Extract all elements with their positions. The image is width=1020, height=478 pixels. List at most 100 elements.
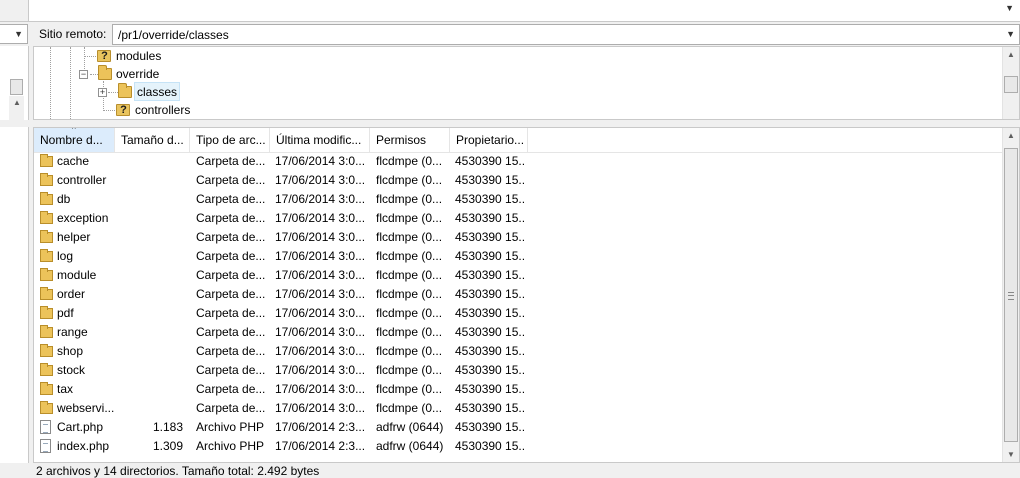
local-site-combo[interactable]: ▼ — [0, 24, 28, 44]
scroll-down-arrow-icon[interactable]: ▼ — [1005, 3, 1014, 13]
folder-icon — [98, 65, 112, 80]
folder-icon — [40, 325, 53, 338]
cell-modified: 17/06/2014 3:0... — [275, 382, 366, 396]
cell-name: shop — [57, 344, 84, 358]
local-status-bar — [0, 463, 28, 477]
cell-perms: adfrw (0644) — [376, 420, 444, 434]
cell-perms: flcdmpe (0... — [376, 382, 443, 396]
folder-icon — [40, 287, 53, 300]
remote-path-value[interactable]: /pr1/override/classes — [118, 28, 229, 42]
cell-name: index.php — [57, 439, 110, 453]
cell-type: Archivo PHP — [196, 439, 265, 453]
collapse-icon[interactable]: − — [79, 70, 88, 79]
cell-type: Carpeta de... — [196, 306, 266, 320]
table-row[interactable]: pdf Carpeta de... 17/06/2014 3:0... flcdmpe… — [34, 304, 1004, 323]
remote-file-list: ^ Nombre d... Tamaño d... Tipo de arc...… — [33, 127, 1020, 463]
table-row[interactable]: cache Carpeta de... 17/06/2014 3:0... flcdm… — [34, 152, 1004, 171]
cell-perms: flcdmpe (0... — [376, 154, 443, 168]
expand-icon[interactable]: + — [98, 88, 107, 97]
cell-type: Archivo PHP — [196, 420, 265, 434]
cell-owner: 4530390 15... — [455, 382, 525, 396]
table-row[interactable]: Cart.php 1.183 Archivo PHP 17/06/2014 2:3..… — [34, 418, 1004, 437]
cell-modified: 17/06/2014 3:0... — [275, 306, 366, 320]
table-row[interactable]: db Carpeta de... 17/06/2014 3:0... flcdmpe … — [34, 190, 1004, 209]
cell-type: Carpeta de... — [196, 363, 266, 377]
cell-type: Carpeta de... — [196, 401, 266, 415]
column-header-name[interactable]: ^ Nombre d... — [34, 128, 115, 152]
cell-name: exception — [57, 211, 109, 225]
cell-owner: 4530390 15... — [455, 211, 525, 225]
file-icon — [40, 420, 51, 434]
cell-type: Carpeta de... — [196, 325, 266, 339]
cell-type: Carpeta de... — [196, 154, 266, 168]
cell-name: db — [57, 192, 71, 206]
chevron-down-icon[interactable]: ▼ — [1006, 29, 1015, 39]
cell-name: tax — [57, 382, 74, 396]
table-row[interactable]: shop Carpeta de... 17/06/2014 3:0... flcdmp… — [34, 342, 1004, 361]
cell-name: controller — [57, 173, 107, 187]
top-strip: ▼ — [0, 0, 1020, 22]
cell-perms: flcdmpe (0... — [376, 325, 443, 339]
cell-modified: 17/06/2014 2:3... — [275, 420, 366, 434]
table-row[interactable]: exception Carpeta de... 17/06/2014 3:0... f… — [34, 209, 1004, 228]
local-tree: ▲ — [0, 46, 29, 164]
cell-perms: flcdmpe (0... — [376, 211, 443, 225]
folder-icon — [40, 268, 53, 281]
tree-scrollbar[interactable]: ▲ — [1002, 47, 1019, 119]
folder-icon — [40, 382, 53, 395]
folder-icon — [118, 83, 132, 98]
column-header-modified[interactable]: Última modific... — [270, 128, 370, 152]
tree-item-label: controllers — [135, 103, 191, 117]
remote-path-combo[interactable]: /pr1/override/classes ▼ — [112, 24, 1020, 45]
column-header-size[interactable]: Tamaño d... — [115, 128, 190, 152]
cell-owner: 4530390 15... — [455, 287, 525, 301]
cell-owner: 4530390 15... — [455, 439, 525, 453]
table-row[interactable]: helper Carpeta de... 17/06/2014 3:0... flcd… — [34, 228, 1004, 247]
local-tree-scroll-thumb[interactable] — [10, 79, 23, 95]
tree-item-label: classes — [134, 82, 181, 101]
tree-item-label: modules — [116, 49, 162, 63]
list-scroll-thumb[interactable] — [1004, 148, 1018, 442]
table-row[interactable]: webservi... Carpeta de... 17/06/2014 3:0..… — [34, 399, 1004, 418]
cell-perms: adfrw (0644) — [376, 439, 444, 453]
scroll-up-icon[interactable]: ▲ — [1007, 50, 1015, 59]
column-header-owner[interactable]: Propietario... — [450, 128, 528, 152]
cell-owner: 4530390 15... — [455, 363, 525, 377]
cell-owner: 4530390 15... — [455, 401, 525, 415]
cell-perms: flcdmpe (0... — [376, 230, 443, 244]
file-icon — [40, 439, 51, 453]
cell-modified: 17/06/2014 3:0... — [275, 363, 366, 377]
cell-name: Cart.php — [57, 420, 104, 434]
cell-name: range — [57, 325, 88, 339]
table-row[interactable]: order Carpeta de... 17/06/2014 3:0... flcdm… — [34, 285, 1004, 304]
sort-ascending-icon: ^ — [72, 128, 76, 134]
column-header-permissions[interactable]: Permisos — [370, 128, 450, 152]
tree-scroll-thumb[interactable] — [1004, 76, 1018, 93]
cell-name: order — [57, 287, 86, 301]
folder-icon — [40, 344, 53, 357]
folder-icon — [40, 249, 53, 262]
list-scrollbar[interactable]: ▲ ▼ — [1002, 128, 1019, 462]
table-row[interactable]: module Carpeta de... 17/06/2014 3:0... flcd… — [34, 266, 1004, 285]
table-row[interactable]: stock Carpeta de... 17/06/2014 3:0... flcdm… — [34, 361, 1004, 380]
cell-perms: flcdmpe (0... — [376, 173, 443, 187]
chevron-down-icon[interactable]: ▼ — [14, 29, 23, 39]
cell-modified: 17/06/2014 3:0... — [275, 401, 366, 415]
table-row[interactable]: log Carpeta de... 17/06/2014 3:0... flcdmpe… — [34, 247, 1004, 266]
cell-type: Carpeta de... — [196, 344, 266, 358]
table-row[interactable]: tax Carpeta de... 17/06/2014 3:0... flcdmpe… — [34, 380, 1004, 399]
folder-icon — [40, 192, 53, 205]
cell-name: pdf — [57, 306, 74, 320]
table-row[interactable]: range Carpeta de... 17/06/2014 3:0... flcdm… — [34, 323, 1004, 342]
column-header-type[interactable]: Tipo de arc... — [190, 128, 270, 152]
cell-modified: 17/06/2014 3:0... — [275, 154, 366, 168]
cell-modified: 17/06/2014 2:3... — [275, 439, 366, 453]
scroll-up-icon[interactable]: ▲ — [13, 98, 21, 107]
cell-type: Carpeta de... — [196, 268, 266, 282]
scroll-down-icon[interactable]: ▼ — [1007, 450, 1015, 459]
table-row[interactable]: index.php 1.309 Archivo PHP 17/06/2014 2:3.… — [34, 437, 1004, 456]
table-row[interactable]: controller Carpeta de... 17/06/2014 3:0...… — [34, 171, 1004, 190]
cell-type: Carpeta de... — [196, 211, 266, 225]
folder-icon — [40, 173, 53, 186]
scroll-up-icon[interactable]: ▲ — [1007, 131, 1015, 140]
